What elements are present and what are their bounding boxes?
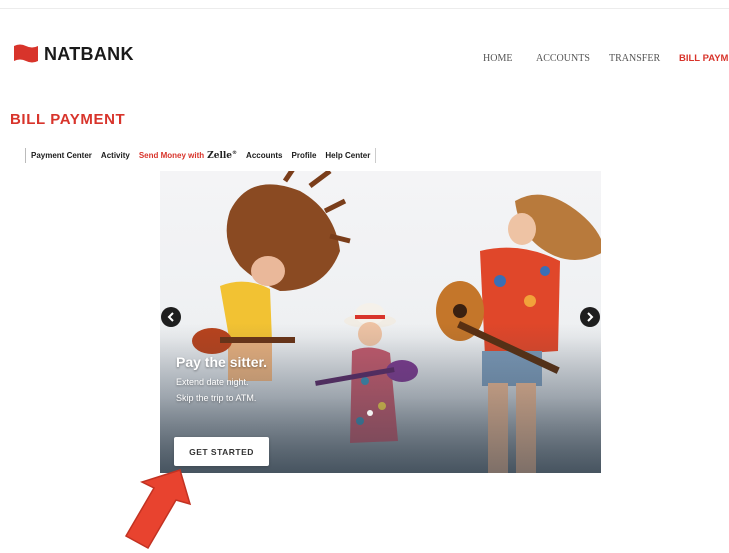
page-title: BILL PAYMENT: [10, 111, 126, 128]
carousel-next-button[interactable]: [580, 307, 600, 327]
tab-activity[interactable]: Activity: [101, 151, 130, 160]
tab-payment-center[interactable]: Payment Center: [31, 151, 92, 160]
hero-carousel: Pay the sitter. Extend date night. Skip …: [160, 171, 601, 473]
nav-bill-payment[interactable]: BILL PAYMENT: [679, 53, 729, 64]
carousel-indicator-dot[interactable]: [367, 410, 373, 416]
tab-send-money-zelle[interactable]: Send Money with Zelle®: [139, 150, 237, 161]
chevron-right-icon: [587, 312, 594, 322]
bill-payment-subtabs: Payment Center Activity Send Money with Z…: [25, 148, 377, 163]
main-nav: HOME ACCOUNTS TRANSFER BILL PAYMENT: [0, 53, 729, 67]
hero-headline: Pay the sitter.: [176, 354, 268, 370]
nav-home[interactable]: HOME: [483, 53, 512, 64]
carousel-prev-button[interactable]: [161, 307, 181, 327]
nav-accounts[interactable]: ACCOUNTS: [536, 53, 590, 64]
tab-help-center[interactable]: Help Center: [325, 151, 370, 160]
get-started-button[interactable]: GET STARTED: [174, 437, 269, 466]
top-divider: [0, 8, 729, 9]
send-money-label: Send Money with: [138, 151, 205, 160]
hero-line-2: Skip the trip to ATM.: [176, 393, 257, 403]
tab-accounts[interactable]: Accounts: [246, 151, 282, 160]
hero-line-1: Extend date night.: [176, 377, 249, 387]
zelle-logo: Zelle®: [207, 150, 238, 161]
tab-profile[interactable]: Profile: [292, 151, 317, 160]
chevron-left-icon: [167, 312, 174, 322]
nav-transfer[interactable]: TRANSFER: [609, 53, 660, 64]
red-arrow-pointer-icon: [124, 469, 192, 550]
